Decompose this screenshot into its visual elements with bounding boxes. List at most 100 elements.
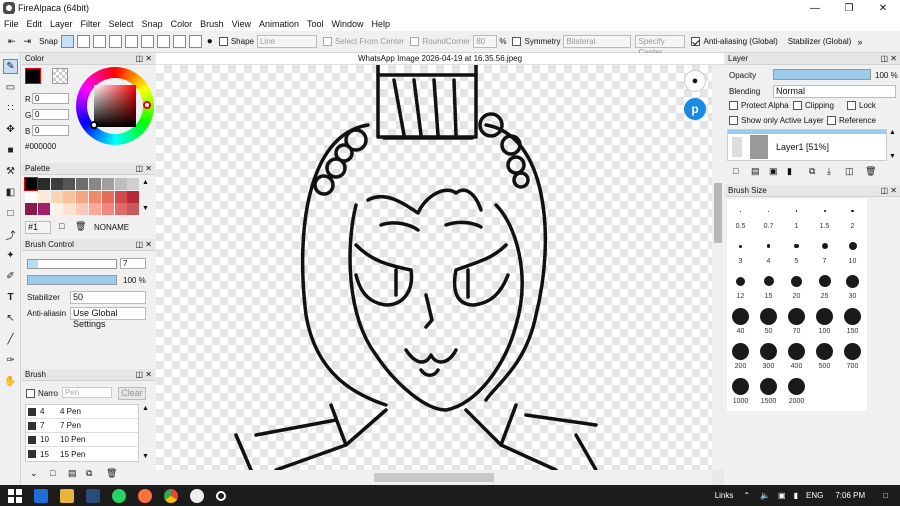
operation-tool-icon[interactable]: ↖ [3, 311, 18, 326]
eraser-tool-icon[interactable]: ▭ [3, 80, 18, 95]
menu-edit[interactable]: Edit [27, 19, 43, 29]
brush-size-cell[interactable]: 0.7 [755, 199, 782, 233]
brush-size-cell[interactable]: 50 [755, 304, 782, 338]
delete-layer-icon[interactable]: 🗑 [865, 166, 876, 177]
symmetry-dropdown[interactable]: Bilateral [563, 35, 632, 48]
menu-brush[interactable]: Brush [200, 19, 224, 29]
symmetry-checkbox[interactable] [512, 37, 522, 46]
menu-window[interactable]: Window [332, 19, 364, 29]
palette-swatch[interactable] [50, 203, 63, 216]
snap-3d-icon[interactable] [188, 35, 202, 48]
brush-size-cell[interactable]: 40 [727, 304, 754, 338]
foreground-color-swatch[interactable] [25, 68, 41, 84]
palette-swatch[interactable] [101, 203, 114, 216]
palette-swatch[interactable] [76, 190, 89, 203]
mail-app-icon[interactable] [34, 488, 48, 503]
brush-size-cell[interactable]: 20 [783, 269, 810, 303]
palette-swatch[interactable] [76, 178, 89, 190]
brush-list-item[interactable]: 10 10 Pen [26, 433, 138, 447]
pixiv-icon[interactable]: p [684, 98, 706, 120]
snap-curve-icon[interactable] [156, 35, 170, 48]
brush-edit-icon[interactable]: ▤ [68, 468, 77, 479]
saturation-value-square[interactable] [94, 85, 136, 127]
steam-icon[interactable] [86, 488, 100, 503]
panel-buttons-icon[interactable]: ◫ ✕ [136, 53, 152, 65]
duplicate-layer-icon[interactable]: ⧉ [809, 166, 815, 177]
network-icon[interactable]: ▣ [778, 491, 786, 500]
new-folder-icon[interactable]: ▮ [787, 166, 792, 177]
brush-duplicate-icon[interactable]: ⧉ [86, 468, 92, 479]
alpaca-mascot-icon[interactable]: ● [684, 70, 706, 92]
palette-swatch[interactable] [89, 178, 101, 190]
brush-scroll-down-icon[interactable]: ▼ [142, 453, 149, 460]
menu-view[interactable]: View [232, 19, 251, 29]
menu-snap[interactable]: Snap [142, 19, 163, 29]
protect-alpha-checkbox[interactable] [729, 101, 738, 110]
shape-checkbox[interactable] [218, 37, 228, 46]
brush-search-input[interactable]: Pen [62, 387, 112, 398]
pen-tool-icon[interactable]: ✎ [3, 59, 18, 74]
palette-swatch[interactable] [24, 177, 38, 191]
divide-tool-icon[interactable]: ╱ [3, 332, 18, 347]
snap-off-icon[interactable] [60, 35, 74, 48]
brush-size-cell[interactable]: 1000 [727, 374, 754, 408]
b-input[interactable]: 0 [32, 125, 69, 136]
hand-tool-icon[interactable]: ✋ [3, 374, 18, 389]
select-tool-icon[interactable]: □ [3, 206, 18, 221]
menu-select[interactable]: Select [109, 19, 134, 29]
brush-size-cell[interactable]: 500 [811, 339, 838, 373]
brush-menu-icon[interactable]: ⌄ [30, 468, 38, 479]
specify-center-button[interactable]: Specify Center [635, 35, 686, 57]
brush-size-cell[interactable]: 12 [727, 269, 754, 303]
brush-size-cell[interactable]: 300 [755, 339, 782, 373]
palette-swatch[interactable] [63, 178, 76, 190]
brush-size-cell[interactable]: 2000 [783, 374, 810, 408]
palette-swatch[interactable] [127, 178, 140, 190]
brush-scroll-up-icon[interactable]: ▲ [142, 405, 149, 412]
antialias-dropdown[interactable]: Use Global Settings [70, 307, 146, 329]
layer-visibility-icon[interactable] [732, 137, 742, 157]
brush-clear-button[interactable]: Clear [118, 387, 146, 400]
brush-size-cell[interactable]: 7 [811, 234, 838, 268]
select-from-center-checkbox[interactable] [322, 37, 332, 46]
snap-grid-icon[interactable] [172, 35, 186, 48]
brush-size-cell[interactable]: 400 [783, 339, 810, 373]
clipping-checkbox[interactable] [793, 101, 802, 110]
canvas-hscrollbar[interactable] [156, 470, 712, 485]
g-input[interactable]: 0 [32, 109, 69, 120]
new-8bit-layer-icon[interactable]: ▤ [751, 166, 760, 177]
menu-help[interactable]: Help [372, 19, 391, 29]
hue-picker-handle[interactable] [143, 101, 151, 109]
menu-color[interactable]: Color [171, 19, 193, 29]
lasso-tool-icon[interactable]: ⤴ [3, 227, 18, 242]
palette-swatch[interactable] [89, 190, 101, 203]
brush-size-buttons-icon[interactable]: ◫ ✕ [881, 185, 897, 197]
bucket-tool-icon[interactable]: ⚒ [3, 164, 18, 179]
gradient-tool-icon[interactable]: ◧ [3, 185, 18, 200]
brush-control-buttons-icon[interactable]: ◫ ✕ [136, 239, 152, 251]
palette-swatch[interactable] [101, 190, 114, 203]
layer-row[interactable]: Layer1 [51%] [728, 134, 886, 160]
brush-size-cell[interactable]: 0.5 [727, 199, 754, 233]
brush-size-cell[interactable]: 70 [783, 304, 810, 338]
palette-delete-icon[interactable]: 🗑 [75, 221, 86, 232]
palette-add-icon[interactable]: □ [59, 221, 64, 231]
menu-animation[interactable]: Animation [259, 19, 299, 29]
layer-panel-buttons-icon[interactable]: ◫ ✕ [881, 53, 897, 65]
brush-size-cell[interactable]: 3 [727, 234, 754, 268]
palette-panel-buttons-icon[interactable]: ◫ ✕ [136, 163, 152, 175]
snap-crisscross-icon[interactable] [92, 35, 106, 48]
blending-dropdown[interactable]: Normal [773, 85, 896, 98]
brush-size-cell[interactable]: 1500 [755, 374, 782, 408]
firealpaca-taskbar-icon[interactable] [190, 488, 204, 503]
maximize-button[interactable]: ❐ [832, 0, 866, 16]
snap-parallel-icon[interactable] [76, 35, 90, 48]
shape-dropdown[interactable]: Line [256, 35, 317, 48]
chrome-icon[interactable] [164, 488, 178, 503]
reference-checkbox[interactable] [827, 116, 836, 125]
brush-size-cell[interactable]: 150 [839, 304, 866, 338]
round-corner-checkbox[interactable] [410, 37, 420, 46]
brush-panel-buttons-icon[interactable]: ◫ ✕ [136, 369, 152, 381]
dot-tool-icon[interactable]: ∷ [3, 101, 18, 116]
toolbar-overflow-icon[interactable]: » [857, 37, 862, 47]
